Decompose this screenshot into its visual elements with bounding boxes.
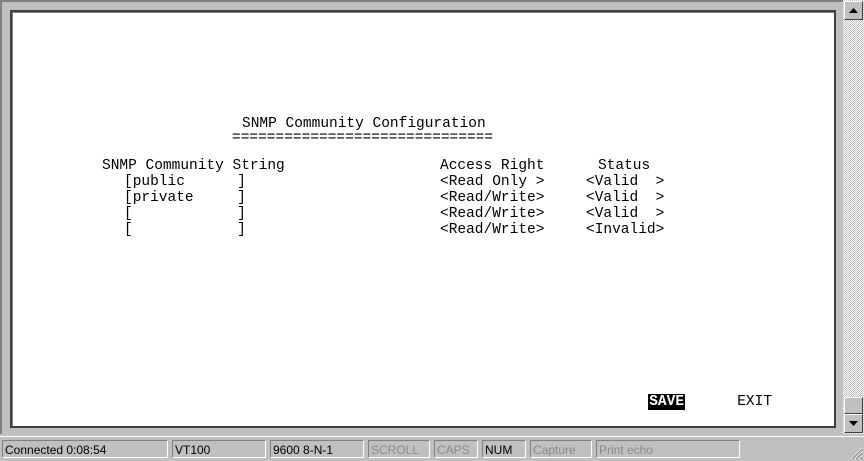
save-button[interactable]: SAVE: [648, 394, 686, 410]
status-select-1[interactable]: <Valid >: [586, 174, 664, 190]
access-right-select-3[interactable]: <Read/Write>: [440, 206, 544, 222]
status-capture: Capture: [530, 440, 592, 458]
status-port-settings: 9600 8-N-1: [270, 440, 364, 458]
header-access-right: Access Right: [440, 158, 545, 174]
community-string-field-3[interactable]: [ ]: [124, 206, 246, 222]
community-string-field-4[interactable]: [ ]: [124, 222, 246, 238]
status-print-echo: Print echo: [596, 440, 740, 458]
status-num: NUM: [482, 440, 526, 458]
status-connected-time: Connected 0:08:54: [2, 440, 168, 458]
community-string-field-2[interactable]: [private ]: [124, 190, 246, 206]
vertical-scrollbar[interactable]: [843, 0, 864, 434]
exit-button[interactable]: EXIT: [736, 394, 773, 410]
status-select-3[interactable]: <Valid >: [586, 206, 664, 222]
status-emulation: VT100: [172, 440, 266, 458]
access-right-select-1[interactable]: <Read Only >: [440, 174, 544, 190]
status-bar: Connected 0:08:54 VT100 9600 8-N-1 SCROL…: [0, 436, 864, 461]
community-string-field-1[interactable]: [public ]: [124, 174, 246, 190]
status-select-4[interactable]: <Invalid>: [586, 222, 664, 238]
status-select-2[interactable]: <Valid >: [586, 190, 664, 206]
terminal-frame: SNMP Community Configuration ===========…: [0, 0, 843, 434]
title-underline: ==============================: [232, 130, 494, 146]
resize-grip-icon[interactable]: [849, 446, 863, 460]
header-status: Status: [598, 158, 651, 174]
status-scroll: SCROLL: [368, 440, 430, 458]
terminal-screen[interactable]: SNMP Community Configuration ===========…: [10, 10, 836, 428]
scroll-down-arrow-icon[interactable]: [844, 414, 863, 433]
scrollbar-thumb[interactable]: [844, 397, 863, 414]
access-right-select-2[interactable]: <Read/Write>: [440, 190, 544, 206]
status-caps: CAPS: [434, 440, 478, 458]
header-community-string: SNMP Community String: [102, 158, 285, 174]
access-right-select-4[interactable]: <Read/Write>: [440, 222, 544, 238]
scroll-up-arrow-icon[interactable]: [844, 1, 863, 20]
